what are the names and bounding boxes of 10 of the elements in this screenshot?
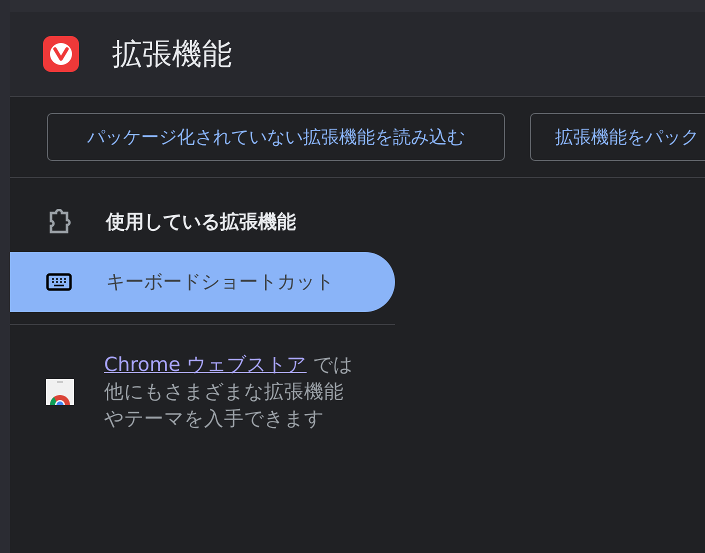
sidebar-item[interactable]: キーボードショートカット	[10, 252, 395, 312]
web-store-link[interactable]: Chrome ウェブストア	[104, 353, 307, 376]
page-title: 拡張機能	[112, 36, 232, 74]
store-icon	[46, 378, 74, 404]
pack-extension-button[interactable]: 拡張機能をパック	[530, 113, 705, 161]
load-unpacked-button[interactable]: パッケージ化されていない拡張機能を読み込む	[47, 113, 505, 161]
browser-logo	[43, 36, 79, 72]
sidebar-item[interactable]: 使用している拡張機能	[10, 192, 395, 252]
store-promo-text: Chrome ウェブストア では他にもさまざまな拡張機能やテーマを入手できます	[104, 352, 354, 432]
keyboard-icon	[46, 273, 72, 291]
